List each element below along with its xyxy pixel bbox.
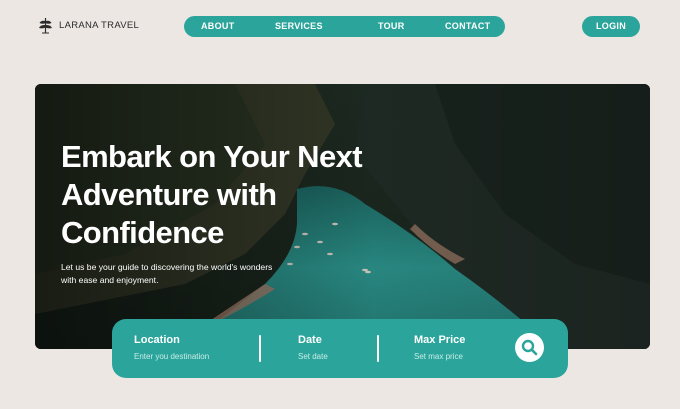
brand-name: LARANA TRAVEL bbox=[59, 20, 140, 31]
search-button[interactable] bbox=[515, 333, 544, 362]
location-label: Location bbox=[134, 334, 180, 346]
hero-banner: Embark on Your Next Adventure with Confi… bbox=[35, 84, 650, 349]
location-input[interactable]: Enter you destination bbox=[134, 352, 209, 361]
location-field[interactable]: Location Enter you destination bbox=[134, 334, 209, 361]
hero-subtext: Let us be your guide to discovering the … bbox=[61, 261, 321, 286]
search-bar: Location Enter you destination Date Set … bbox=[112, 319, 568, 378]
login-button[interactable]: LOGIN bbox=[582, 16, 640, 37]
main-nav: ABOUT SERVICES TOUR CONTACT bbox=[184, 16, 505, 37]
brand-logo[interactable]: LARANA TRAVEL bbox=[38, 17, 139, 34]
max-price-label: Max Price bbox=[414, 334, 466, 346]
max-price-field[interactable]: Max Price Set max price bbox=[414, 334, 465, 361]
nav-item-services[interactable]: SERVICES bbox=[275, 16, 323, 37]
hero-subtext-line-2: with ease and enjoyment. bbox=[61, 274, 159, 285]
search-divider bbox=[377, 335, 379, 362]
hero-headline-line-2: Adventure with bbox=[61, 177, 277, 212]
date-field[interactable]: Date Set date bbox=[298, 334, 328, 361]
hero-headline: Embark on Your Next Adventure with Confi… bbox=[61, 138, 391, 252]
date-input[interactable]: Set date bbox=[298, 352, 328, 361]
max-price-input[interactable]: Set max price bbox=[414, 352, 465, 361]
search-icon bbox=[521, 339, 538, 356]
leaf-icon bbox=[39, 18, 52, 34]
date-label: Date bbox=[298, 334, 322, 346]
hero-headline-line-3: Confidence bbox=[61, 215, 224, 250]
hero-headline-line-1: Embark on Your Next bbox=[61, 139, 363, 174]
hero-subtext-line-1: Let us be your guide to discovering the … bbox=[61, 262, 273, 272]
search-divider bbox=[259, 335, 261, 362]
nav-item-tour[interactable]: TOUR bbox=[378, 16, 405, 37]
nav-item-about[interactable]: ABOUT bbox=[201, 16, 235, 37]
nav-item-contact[interactable]: CONTACT bbox=[445, 16, 490, 37]
